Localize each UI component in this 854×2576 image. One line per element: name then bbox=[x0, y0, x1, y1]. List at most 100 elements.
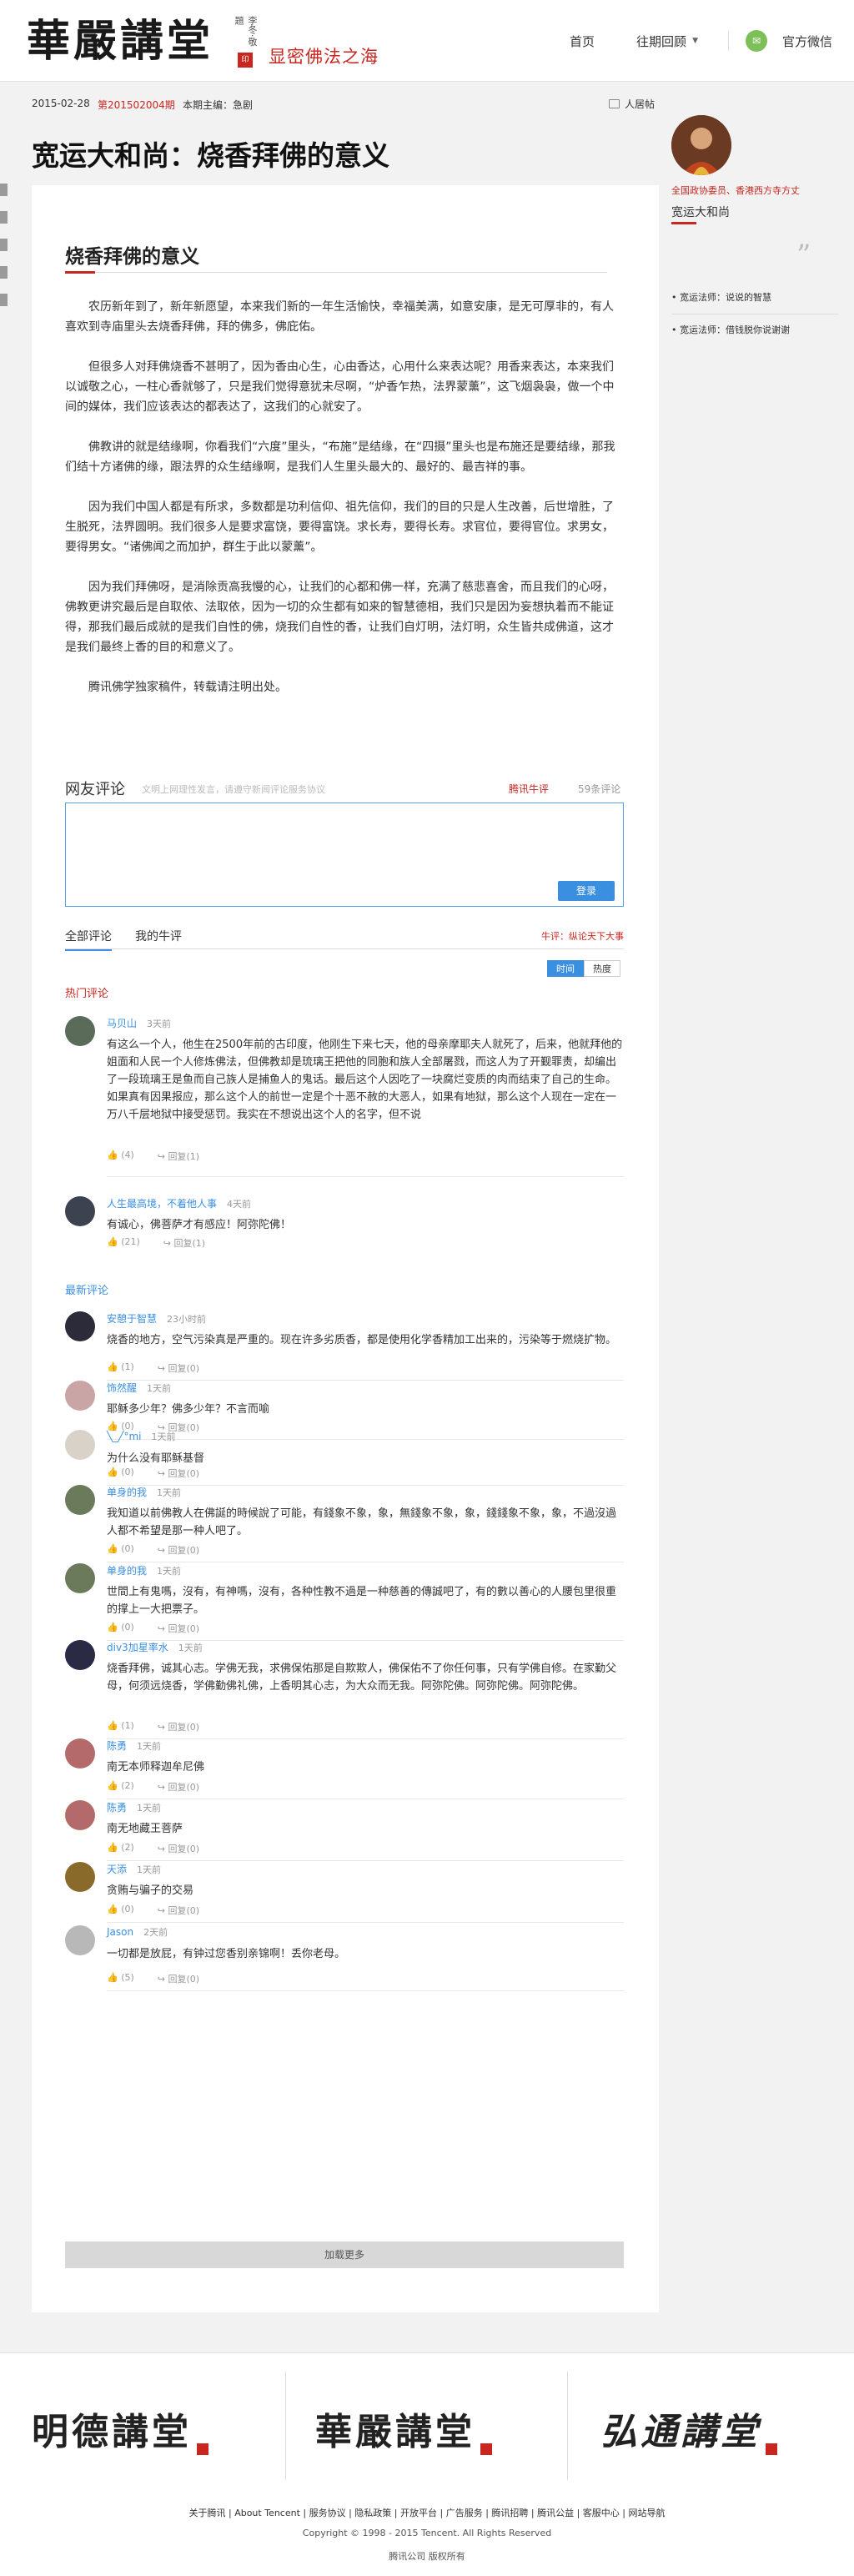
comment-actions: 👍 (21) ↪ 回复(1) bbox=[107, 1236, 229, 1250]
issue-editor: 本期主编：急剧 bbox=[183, 99, 254, 111]
footer-links[interactable]: 关于腾讯 | About Tencent | 服务协议 | 隐私政策 | 开放平… bbox=[0, 2506, 854, 2519]
author-name[interactable]: 天添 bbox=[107, 1864, 127, 1875]
comment-input[interactable]: 登录 bbox=[65, 802, 624, 907]
reply-button[interactable]: ↪ 回复(0) bbox=[158, 1361, 211, 1375]
comment-text: 有诚心，佛菩萨才有感应！阿弥陀佛！ bbox=[107, 1219, 292, 1231]
avatar[interactable] bbox=[65, 1738, 95, 1768]
comments-rule-link[interactable]: 文明上网理性发言，请遵守新闻评论服务协议 bbox=[142, 782, 325, 796]
like-button[interactable]: 👍 (4) bbox=[107, 1150, 146, 1163]
reply-button[interactable]: ↪ 回复(1) bbox=[158, 1150, 211, 1163]
comment-item: 安憩于智慧 23小时前 烧香的地方，空气污染真是严重的。现在许多劣质香，都是使用化学… bbox=[65, 1311, 624, 1381]
nav-home-link[interactable]: 首页 bbox=[570, 33, 595, 50]
comment-actions: 👍 (0) ↪ 回复(0) bbox=[107, 1543, 223, 1557]
like-button[interactable]: 👍 (2) bbox=[107, 1842, 146, 1855]
wechat-icon[interactable]: ✉ bbox=[745, 30, 767, 52]
avatar[interactable] bbox=[65, 1925, 95, 1955]
footer-logo-huayan[interactable]: 華嚴講堂 bbox=[315, 2402, 492, 2455]
comment-author: 饰然醒 1天前 bbox=[107, 1381, 171, 1395]
reply-button[interactable]: ↪ 回复(0) bbox=[158, 1842, 211, 1855]
share-tab-icon[interactable] bbox=[0, 294, 8, 306]
reply-button[interactable]: ↪ 回复(0) bbox=[158, 1904, 211, 1917]
avatar[interactable] bbox=[65, 1800, 95, 1830]
author-name[interactable]: 人生最高境，不着他人事 bbox=[107, 1198, 217, 1210]
comment-time: 1天前 bbox=[137, 1741, 162, 1752]
reply-label: 回复(0) bbox=[168, 1905, 200, 1916]
reply-button[interactable]: ↪ 回复(1) bbox=[163, 1236, 217, 1250]
article-paragraph: 但很多人对拜佛烧香不甚明了，因为香由心生，心由香达，心用什么来表达呢？用香来表达… bbox=[65, 360, 615, 414]
like-button[interactable]: 👍 (2) bbox=[107, 1780, 146, 1794]
like-button[interactable]: 👍 (21) bbox=[107, 1236, 152, 1250]
author-name[interactable]: div3加星率水 bbox=[107, 1642, 168, 1653]
reply-button[interactable]: ↪ 回复(0) bbox=[158, 1780, 211, 1794]
author-name[interactable]: 饰然醒 bbox=[107, 1382, 137, 1394]
tab-all-comments[interactable]: 全部评论 bbox=[65, 928, 112, 951]
article-body: 农历新年到了，新年新愿望，本来我们新的一年生活愉快，幸福美满，如意安康，是无可厚… bbox=[65, 297, 624, 717]
related-link[interactable]: • 宽运法师：说说的智慧 bbox=[671, 290, 838, 304]
comment-author: 马贝山 3天前 bbox=[107, 1016, 171, 1030]
avatar[interactable] bbox=[65, 1563, 95, 1593]
like-button[interactable]: 👍 (1) bbox=[107, 1361, 146, 1375]
avatar[interactable] bbox=[65, 1862, 95, 1892]
like-button[interactable]: 👍 (1) bbox=[107, 1720, 146, 1733]
reply-button[interactable]: ↪ 回复(0) bbox=[158, 1720, 211, 1733]
avatar[interactable] bbox=[65, 1196, 95, 1226]
avatar[interactable] bbox=[65, 1640, 95, 1670]
author-name[interactable]: ╲_╱°mi bbox=[107, 1431, 141, 1442]
reply-button[interactable]: ↪ 回复(0) bbox=[158, 1972, 211, 1985]
author-name[interactable]: 马贝山 bbox=[107, 1018, 137, 1029]
comment-actions: 👍 (0) ↪ 回复(0) bbox=[107, 1467, 223, 1480]
like-button[interactable]: 👍 (0) bbox=[107, 1467, 146, 1480]
reply-label: 回复(0) bbox=[168, 1363, 200, 1374]
author-name-label[interactable]: 宽运大和尚 bbox=[671, 204, 730, 220]
share-tab-icon[interactable] bbox=[0, 266, 8, 279]
avatar[interactable] bbox=[65, 1381, 95, 1411]
sidebar-accent bbox=[671, 222, 696, 224]
like-count: (0) bbox=[121, 1622, 134, 1633]
share-tab-icon[interactable] bbox=[0, 239, 8, 251]
comments-title: 网友评论 bbox=[65, 781, 125, 798]
comment-time: 1天前 bbox=[157, 1566, 182, 1577]
login-button[interactable]: 登录 bbox=[558, 881, 615, 901]
footer-logo-mingde[interactable]: 明德講堂 bbox=[32, 2402, 208, 2455]
author-avatar[interactable] bbox=[671, 115, 731, 175]
comments-header: 网友评论 文明上网理性发言，请遵守新闻评论服务协议 腾讯牛评 59条评论 bbox=[65, 777, 624, 798]
avatar[interactable] bbox=[65, 1430, 95, 1460]
like-button[interactable]: 👍 (0) bbox=[107, 1543, 146, 1557]
author-name[interactable]: 陈勇 bbox=[107, 1802, 127, 1814]
avatar[interactable] bbox=[65, 1016, 95, 1046]
related-link[interactable]: • 宽运法师：借钱脱你说谢谢 bbox=[671, 323, 838, 336]
share-sidebar bbox=[0, 184, 8, 321]
share-tab-icon[interactable] bbox=[0, 211, 8, 224]
sort-hot-button[interactable]: 热度 bbox=[584, 960, 620, 977]
reply-button[interactable]: ↪ 回复(0) bbox=[158, 1543, 211, 1557]
article-paragraph: 因为我们中国人都是有所求，多数都是功利信仰、祖先信仰，我们的目的只是人生改善，后… bbox=[65, 501, 614, 554]
like-button[interactable]: 👍 (5) bbox=[107, 1972, 146, 1985]
author-name[interactable]: 安憩于智慧 bbox=[107, 1313, 157, 1325]
load-more-button[interactable]: 加载更多 bbox=[65, 2241, 624, 2268]
like-button[interactable]: 👍 (0) bbox=[107, 1622, 146, 1635]
hot-topic-link[interactable]: 牛评：纵论天下大事 bbox=[541, 929, 624, 943]
author-name[interactable]: 单身的我 bbox=[107, 1565, 147, 1577]
site-logo[interactable]: 華嚴講堂 李冬·敬題 印 bbox=[27, 12, 259, 72]
sort-time-button[interactable]: 时间 bbox=[547, 960, 584, 977]
nav-wechat-link[interactable]: 官方微信 bbox=[782, 33, 832, 50]
reply-button[interactable]: ↪ 回复(0) bbox=[158, 1467, 211, 1480]
author-name[interactable]: 单身的我 bbox=[107, 1487, 147, 1498]
footer-corp: 腾讯公司 版权所有 bbox=[389, 2551, 465, 2562]
tab-my-comments[interactable]: 我的牛评 bbox=[135, 928, 182, 949]
avatar[interactable] bbox=[65, 1485, 95, 1515]
like-count: (21) bbox=[121, 1236, 140, 1247]
nav-archive-dropdown[interactable]: 往期回顾 ▼ bbox=[636, 33, 698, 50]
weiping-link[interactable]: 腾讯牛评 bbox=[509, 782, 549, 796]
sort-toggle: 时间 热度 bbox=[547, 960, 620, 977]
like-count: (2) bbox=[121, 1780, 134, 1791]
footer-logo-hongtong[interactable]: 弘通講堂 bbox=[600, 2402, 777, 2455]
share-tab-icon[interactable] bbox=[0, 184, 8, 196]
avatar[interactable] bbox=[65, 1311, 95, 1341]
reply-button[interactable]: ↪ 回复(0) bbox=[158, 1622, 211, 1635]
like-button[interactable]: 👍 (0) bbox=[107, 1904, 146, 1917]
people-post-link[interactable]: 人居帖 bbox=[609, 97, 655, 111]
author-name[interactable]: Jason bbox=[107, 1926, 133, 1938]
author-name[interactable]: 陈勇 bbox=[107, 1740, 127, 1752]
logo-text: 華嚴講堂 bbox=[27, 16, 214, 67]
